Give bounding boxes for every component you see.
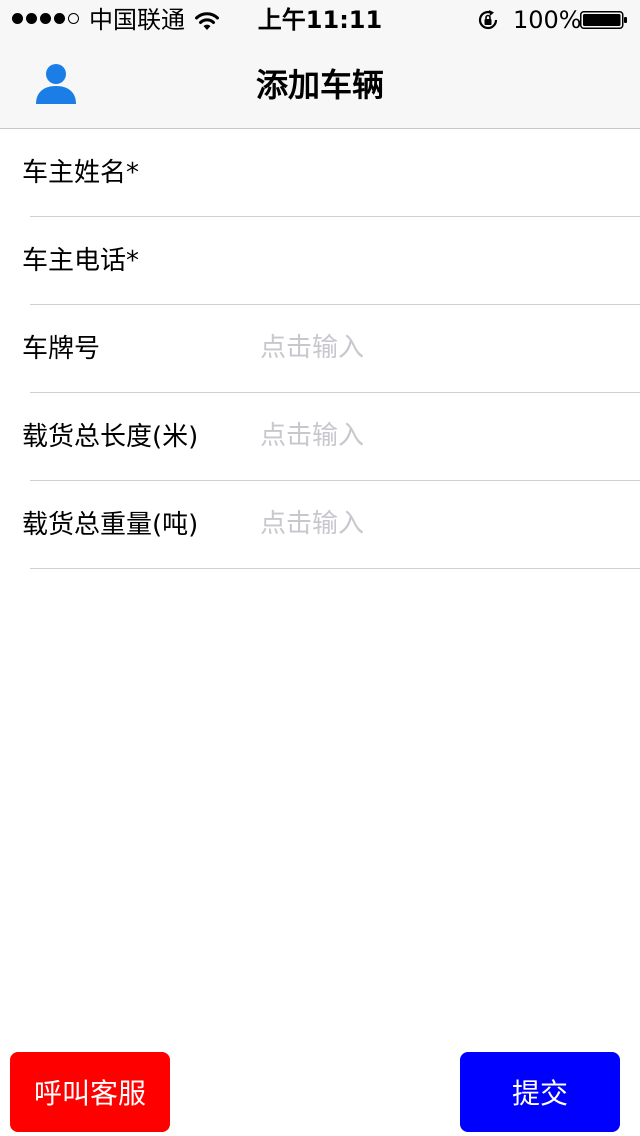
plate-number-label: 车牌号	[22, 334, 101, 364]
submit-button[interactable]: 提交	[460, 1052, 620, 1132]
plate-number-row: 车牌号	[0, 305, 640, 393]
add-vehicle-screen: 中国联通 上午11:11 100% 添加车辆 车主姓名* 车主电话* 车牌号 点…	[0, 0, 640, 1136]
battery-icon	[580, 11, 627, 29]
cargo-weight-label: 载货总重量(吨)	[22, 510, 199, 540]
cargo-length-label: 载货总长度(米)	[22, 422, 199, 452]
call-service-button[interactable]: 呼叫客服	[10, 1052, 170, 1132]
owner-phone-label: 车主电话*	[22, 246, 140, 276]
owner-name-label: 车主姓名*	[22, 158, 140, 188]
cargo-length-input[interactable]	[260, 413, 620, 459]
owner-name-row: 车主姓名*	[0, 129, 640, 217]
navigation-bar: 添加车辆	[0, 40, 640, 129]
cargo-length-row: 载货总长度(米)	[0, 393, 640, 481]
cargo-weight-row: 载货总重量(吨)	[0, 481, 640, 569]
cargo-weight-input[interactable]	[260, 501, 620, 547]
rotation-lock-icon	[478, 10, 498, 30]
battery-percent: 100%	[513, 6, 582, 34]
owner-phone-row: 车主电话*	[0, 217, 640, 305]
plate-number-input[interactable]	[260, 325, 620, 371]
owner-name-input[interactable]	[260, 149, 620, 195]
status-bar: 中国联通 上午11:11 100%	[0, 0, 640, 40]
owner-phone-input[interactable]	[260, 237, 620, 283]
page-title: 添加车辆	[255, 66, 384, 104]
vehicle-form: 车主姓名* 车主电话* 车牌号 载货总长度(米) 载货总重量(吨)	[0, 129, 640, 569]
